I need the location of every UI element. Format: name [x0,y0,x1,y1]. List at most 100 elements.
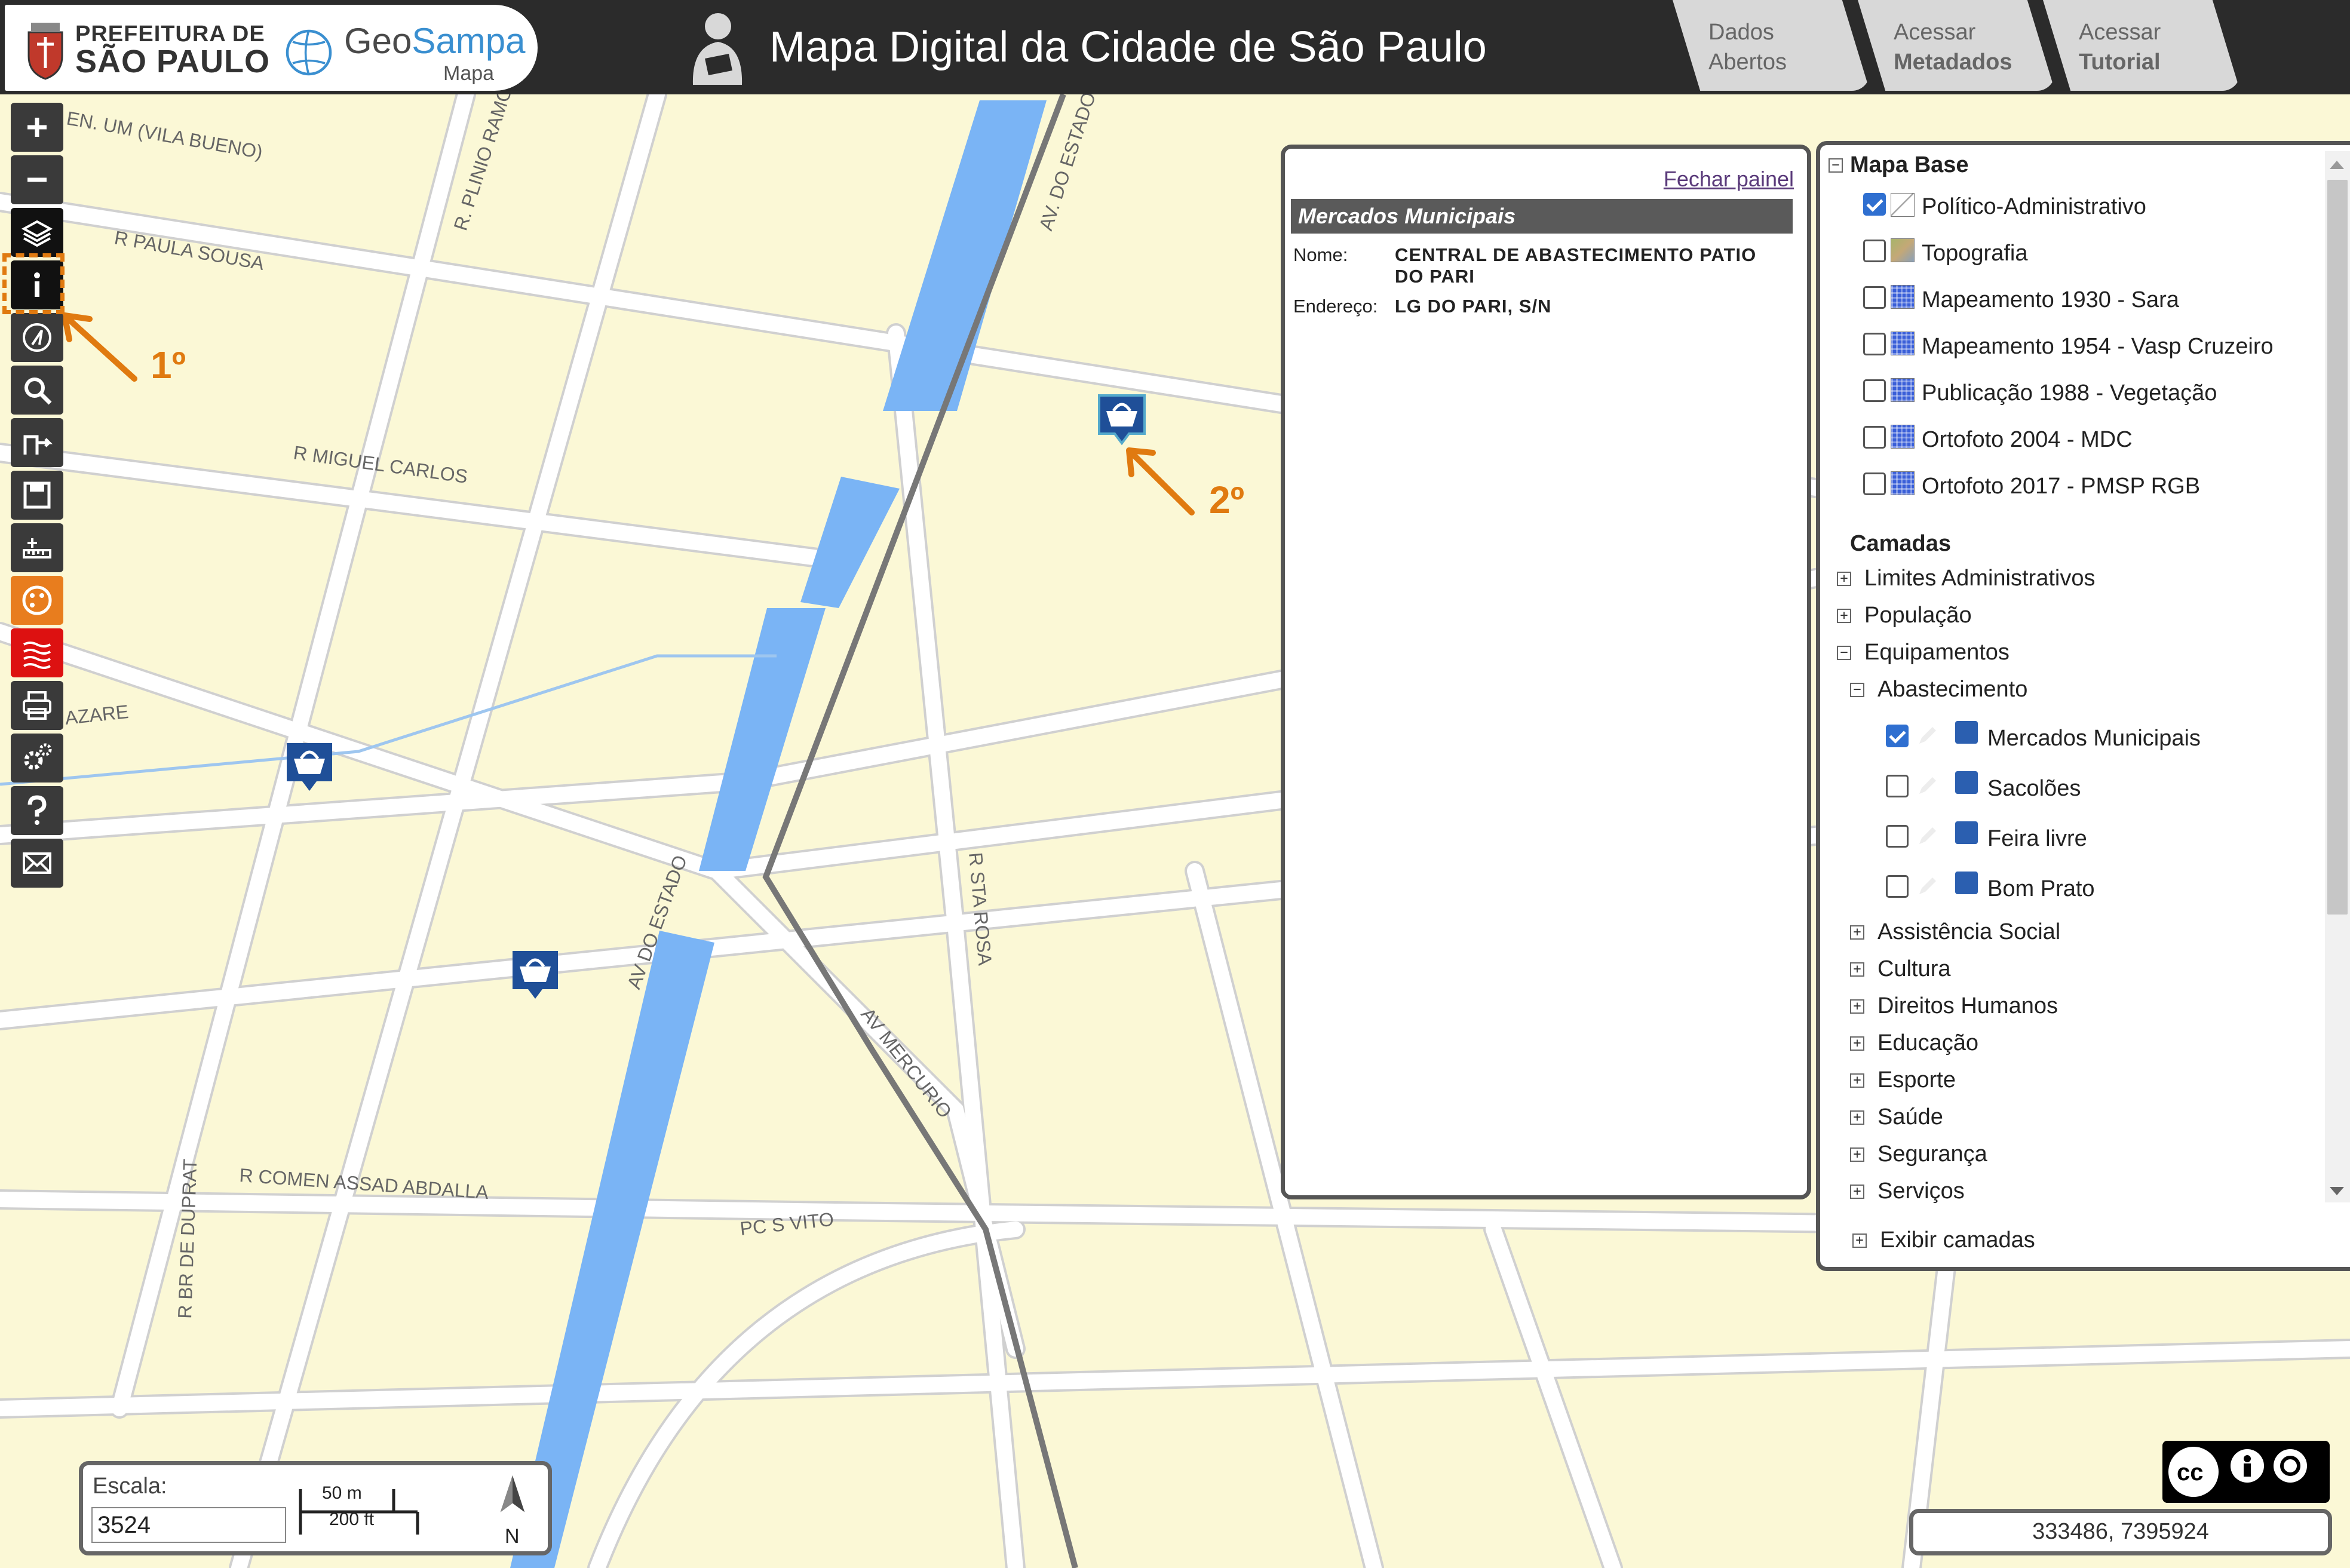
market-layer-icon [1955,721,1978,744]
market-marker-icon[interactable] [282,739,342,799]
base-layer-checkbox[interactable] [1863,379,1886,402]
email-button[interactable] [11,839,63,888]
scale-bar: 50 m 200 ft [298,1477,424,1543]
gear-icon [24,743,52,770]
collapse-toggle[interactable]: − [1837,646,1851,660]
layer-checkbox[interactable] [1886,725,1909,747]
base-layer-checkbox[interactable] [1863,193,1886,216]
settings-button[interactable] [11,734,63,783]
expand-toggle[interactable]: + [1852,1233,1867,1248]
geosampa-subtitle: Mapa [443,62,495,85]
measure-button[interactable] [11,313,63,362]
waves-icon [23,642,51,669]
info-panel-title: Mercados Municipais [1291,199,1793,234]
layer-group-label[interactable]: Esporte [1877,1067,1956,1093]
link-line2: Metadados [1894,50,2012,75]
collapse-toggle[interactable]: − [1829,158,1843,173]
base-layer-checkbox[interactable] [1863,333,1886,355]
market-marker-icon[interactable] [508,947,567,1007]
base-layer-checkbox[interactable] [1863,286,1886,309]
layer-group-label[interactable]: Limites Administrativos [1864,566,2095,591]
map-toolbar [11,103,63,891]
expand-toggle[interactable]: + [1850,1185,1864,1199]
layer-group-label[interactable]: Cultura [1877,956,1951,982]
edit-pencil-icon[interactable] [1916,774,1940,797]
expand-toggle[interactable]: + [1850,1147,1864,1162]
scale-input[interactable]: 3524 [91,1507,286,1543]
scale-label: Escala: [93,1474,167,1499]
link-line2: Abertos [1708,50,1787,75]
layer-label: Mercados Municipais [1987,726,2201,751]
link-line2: Tutorial [2079,50,2161,75]
layer-group-label[interactable]: Equipamentos [1864,640,2010,665]
expand-toggle[interactable]: + [1850,999,1864,1014]
flood-button[interactable] [11,628,63,677]
layer-subgroup-label[interactable]: Abastecimento [1877,677,2027,702]
show-layers-label[interactable]: Exibir camadas [1880,1228,2035,1253]
geosampa-name: GeoSampa [344,20,526,62]
layer-group-label[interactable]: População [1864,603,1972,628]
scale-widget: Escala: 3524 50 m 200 ft N [79,1461,552,1555]
expand-toggle[interactable]: + [1837,572,1851,586]
layer-checkbox[interactable] [1886,775,1909,797]
layer-label: Bom Prato [1987,876,2095,901]
expand-toggle[interactable]: + [1850,1073,1864,1088]
base-map-title: Mapa Base [1850,152,1969,177]
scale-imperial: 200 ft [329,1509,375,1529]
layer-group-label[interactable]: Segurança [1877,1142,1987,1167]
link-line1: Acessar [1894,20,1976,45]
edit-pencil-icon[interactable] [1916,874,1940,898]
route-button[interactable] [11,418,63,467]
layer-checkbox[interactable] [1886,875,1909,898]
layer-group-label[interactable]: Saúde [1877,1104,1943,1130]
save-button[interactable] [11,471,63,520]
expand-toggle[interactable]: + [1850,925,1864,940]
layer-checkbox[interactable] [1886,825,1909,848]
base-layer-checkbox[interactable] [1863,472,1886,495]
layer-group-label[interactable]: Serviços [1877,1179,1965,1204]
expand-toggle[interactable]: + [1850,1036,1864,1051]
scroll-down-icon[interactable] [2330,1187,2344,1195]
layer-panel-scrollbar[interactable] [2325,151,2350,1202]
logo-area[interactable]: PREFEITURA DE SÃO PAULO GeoSampa Mapa [5,5,538,91]
metadados-link[interactable]: Acessar Metadados [1858,0,2055,91]
street-market-layer-icon [1955,821,1978,844]
ruler-button[interactable] [11,523,63,572]
palette-button[interactable] [11,576,63,625]
expand-toggle[interactable]: + [1850,962,1864,977]
field-key: Nome: [1293,244,1348,265]
tutorial-link[interactable]: Acessar Tutorial [2043,0,2240,91]
layer-group-label[interactable]: Direitos Humanos [1877,993,2058,1019]
zoom-out-button[interactable] [11,155,63,204]
collapse-toggle[interactable]: − [1850,683,1864,697]
cc-by-sa-icon: cc [2168,1447,2307,1497]
print-button[interactable] [11,681,63,730]
layer-group-label[interactable]: Assistência Social [1877,919,2060,945]
expand-toggle[interactable]: + [1850,1110,1864,1125]
dados-abertos-link[interactable]: Dados Abertos [1673,0,1870,91]
printer-icon [23,691,51,720]
globe-person-icon [286,29,332,76]
close-panel-link[interactable]: Fechar painel [1664,167,1794,192]
creative-commons-badge[interactable]: cc [2162,1441,2330,1503]
base-layer-checkbox[interactable] [1863,426,1886,449]
save-icon [23,481,51,509]
layers-button[interactable] [11,208,63,257]
person-icon [692,13,743,85]
base-layer-checkbox[interactable] [1863,240,1886,262]
scroll-up-icon[interactable] [2330,161,2344,169]
edit-pencil-icon[interactable] [1916,824,1940,848]
compass-icon [23,323,51,352]
layer-group-label[interactable]: Educação [1877,1030,1978,1056]
zoom-in-button[interactable] [11,103,63,152]
expand-toggle[interactable]: + [1837,609,1851,623]
scrollbar-thumb[interactable] [2327,180,2348,915]
header-bar: PREFEITURA DE SÃO PAULO GeoSampa Mapa Ma… [0,0,2350,94]
market-marker-icon[interactable] [1094,392,1154,452]
prefeitura-line2: SÃO PAULO [75,44,271,79]
geosampa-name-part2: Sampa [412,21,526,61]
help-button[interactable] [11,786,63,835]
prefeitura-line1: PREFEITURA DE [75,22,265,47]
search-button[interactable] [11,366,63,415]
edit-pencil-icon[interactable] [1916,723,1940,747]
